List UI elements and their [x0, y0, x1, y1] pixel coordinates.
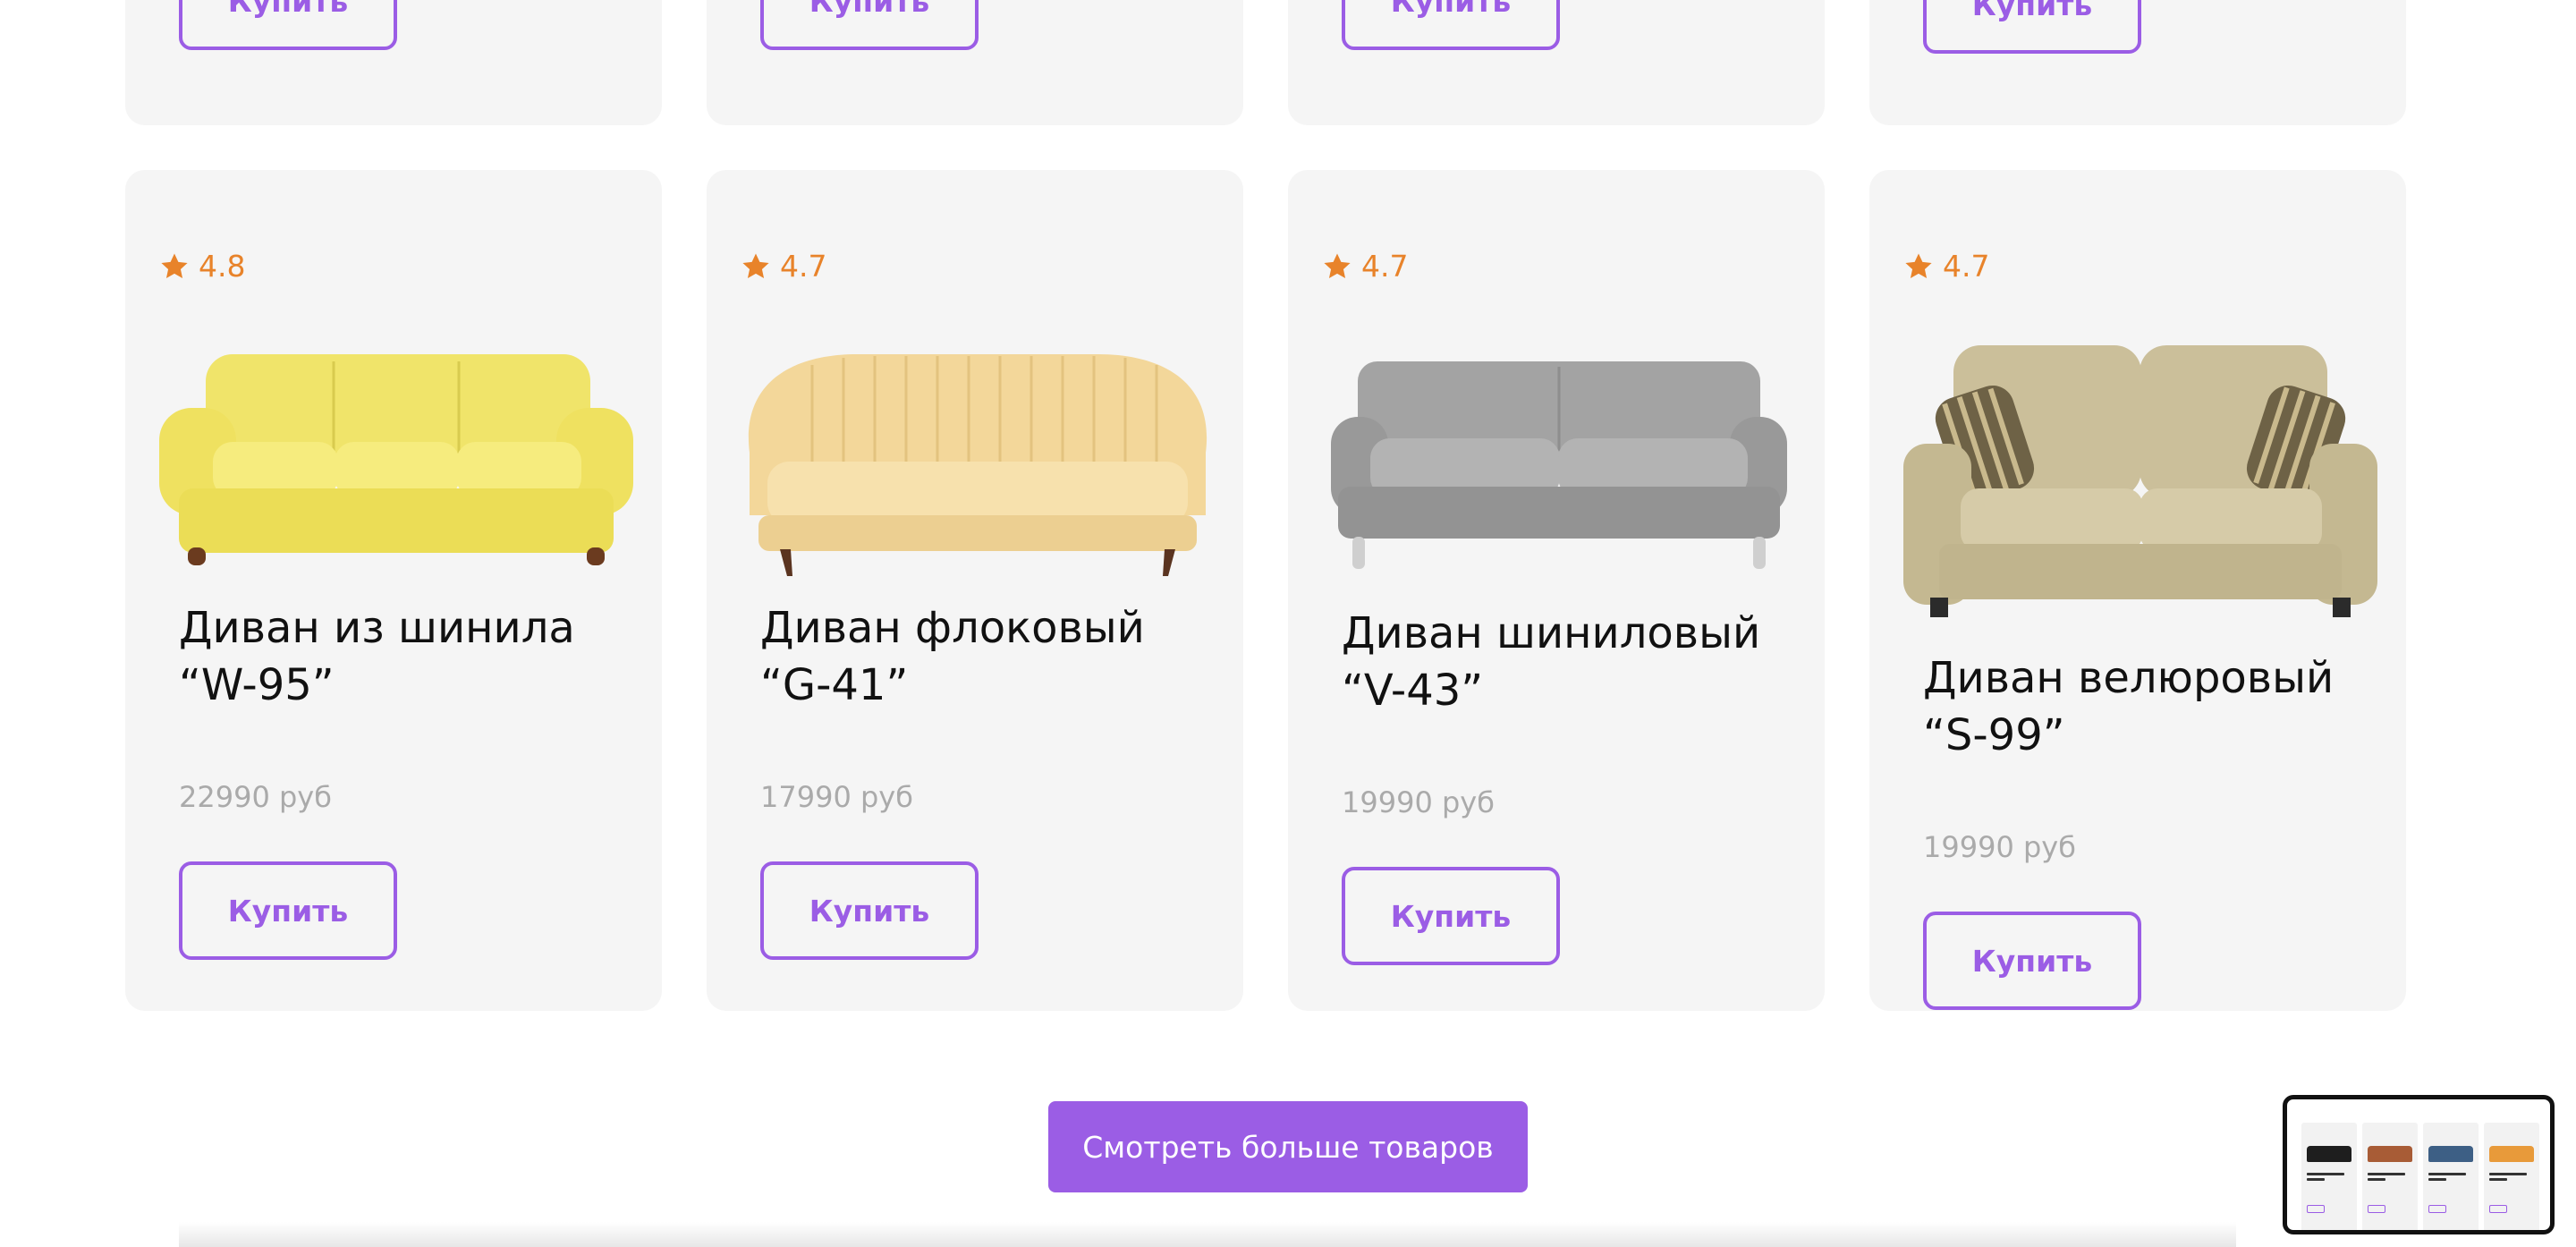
buy-button[interactable]: Купить: [1342, 867, 1560, 965]
product-card[interactable]: 4.7 Диван флоковый “G-41” 17990 руб Купи…: [707, 170, 1243, 1011]
buy-button[interactable]: Купить: [760, 861, 979, 960]
star-icon: [161, 253, 188, 278]
buy-button[interactable]: Купить: [760, 0, 979, 50]
buy-button[interactable]: Купить: [1923, 912, 2141, 1010]
product-card-top-4: Купить: [1869, 0, 2406, 125]
product-price: 22990 руб: [179, 780, 332, 814]
product-rating: 4.7: [1903, 249, 1989, 284]
product-price: 19990 руб: [1923, 830, 2076, 864]
thumbnail-card: [2484, 1123, 2539, 1230]
product-card[interactable]: 4.7 Диван велюровый “S-99” 19990 руб Куп…: [1869, 170, 2406, 1011]
product-card[interactable]: 4.7 Диван шиниловый “V-43” 19990 руб Куп…: [1288, 170, 1825, 1011]
product-title: Диван флоковый “G-41”: [760, 603, 1145, 710]
product-title: Диван из шинила “W-95”: [179, 603, 575, 710]
product-card-top-3: Купить: [1288, 0, 1825, 125]
bottom-shadow: [179, 1222, 2236, 1247]
rating-value: 4.7: [1361, 249, 1409, 284]
buy-button[interactable]: Купить: [1342, 0, 1560, 50]
product-card[interactable]: 4.8 Диван из шинила “W-95” 22990 руб Куп…: [125, 170, 662, 1011]
product-rating: 4.7: [1322, 249, 1408, 284]
thumbnail-card: [2301, 1123, 2357, 1230]
product-card-top-1: Купить: [125, 0, 662, 125]
sofa-image: [1331, 361, 1787, 569]
star-icon: [742, 253, 769, 278]
view-more-button[interactable]: Смотреть больше товаров: [1048, 1101, 1528, 1192]
rating-value: 4.7: [1943, 249, 1990, 284]
sofa-image: [159, 354, 633, 565]
catalog-page: Купить Купить Купить Купить 4.8 Диван из…: [0, 0, 2576, 1247]
rating-value: 4.7: [780, 249, 827, 284]
thumbnail-card: [2423, 1123, 2479, 1230]
product-title: Диван шиниловый “V-43”: [1342, 608, 1761, 716]
rating-value: 4.8: [199, 249, 246, 284]
product-card-top-2: Купить: [707, 0, 1243, 125]
screenshot-preview-thumbnail[interactable]: [2283, 1095, 2555, 1234]
product-rating: 4.8: [159, 249, 245, 284]
sofa-image: [748, 354, 1208, 576]
buy-button[interactable]: Купить: [179, 861, 397, 960]
sofa-image: [1903, 345, 2377, 617]
product-price: 19990 руб: [1342, 785, 1495, 819]
thumbnail-card: [2362, 1123, 2418, 1230]
buy-button[interactable]: Купить: [179, 0, 397, 50]
buy-button[interactable]: Купить: [1923, 0, 2141, 54]
product-title: Диван велюровый “S-99”: [1923, 653, 2334, 760]
star-icon: [1905, 253, 1932, 278]
product-rating: 4.7: [741, 249, 826, 284]
star-icon: [1324, 253, 1351, 278]
product-price: 17990 руб: [760, 780, 913, 814]
